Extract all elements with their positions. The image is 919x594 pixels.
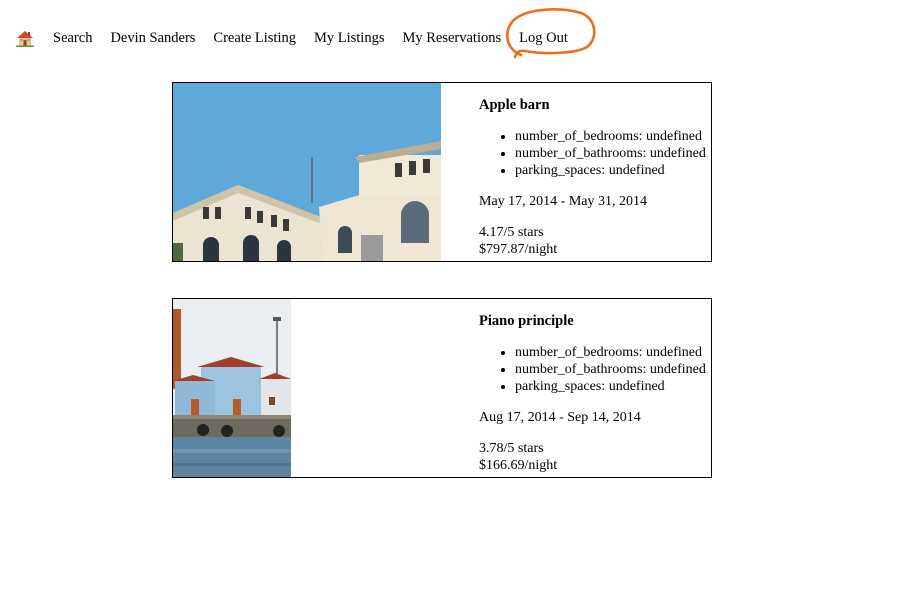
listing-price: $166.69/night xyxy=(479,458,558,473)
listing-card[interactable]: Piano principle number_of_bedrooms: unde… xyxy=(172,298,712,478)
nav-create-listing-link[interactable]: Create Listing xyxy=(213,29,296,47)
listing-dates: Aug 17, 2014 - Sep 14, 2014 xyxy=(479,410,641,425)
feature-bathrooms: number_of_bathrooms: undefined xyxy=(515,145,711,162)
listing-features: number_of_bedrooms: undefined number_of_… xyxy=(479,128,711,179)
feature-bedrooms: number_of_bedrooms: undefined xyxy=(515,128,711,145)
listing-title[interactable]: Piano principle xyxy=(479,313,711,330)
listing-rating: 3.78/5 stars xyxy=(479,441,544,456)
nav-user-link[interactable]: Devin Sanders xyxy=(110,29,195,47)
nav-my-listings-link[interactable]: My Listings xyxy=(314,29,385,47)
listing-title[interactable]: Apple barn xyxy=(479,97,711,114)
nav-search-link[interactable]: Search xyxy=(53,29,92,47)
listing-features: number_of_bedrooms: undefined number_of_… xyxy=(479,344,711,395)
listing-rating: 4.17/5 stars xyxy=(479,225,544,240)
listing-dates: May 17, 2014 - May 31, 2014 xyxy=(479,194,647,209)
listing-card[interactable]: Apple barn number_of_bedrooms: undefined… xyxy=(172,82,712,262)
listing-price: $797.87/night xyxy=(479,242,558,257)
listing-info: Apple barn number_of_bedrooms: undefined… xyxy=(479,97,711,258)
logout-wrap: Log Out xyxy=(506,8,596,59)
top-nav: Search Devin Sanders Create Listing My L… xyxy=(16,8,596,59)
feature-parking: parking_spaces: undefined xyxy=(515,162,711,179)
listing-photo xyxy=(173,83,441,261)
listing-photo xyxy=(173,299,291,477)
feature-parking: parking_spaces: undefined xyxy=(515,378,711,395)
feature-bedrooms: number_of_bedrooms: undefined xyxy=(515,344,711,361)
feature-bathrooms: number_of_bathrooms: undefined xyxy=(515,361,711,378)
listing-info: Piano principle number_of_bedrooms: unde… xyxy=(479,313,711,474)
nav-my-reservations-link[interactable]: My Reservations xyxy=(402,29,501,47)
house-icon[interactable] xyxy=(16,29,34,47)
nav-logout-link[interactable]: Log Out xyxy=(519,30,568,46)
